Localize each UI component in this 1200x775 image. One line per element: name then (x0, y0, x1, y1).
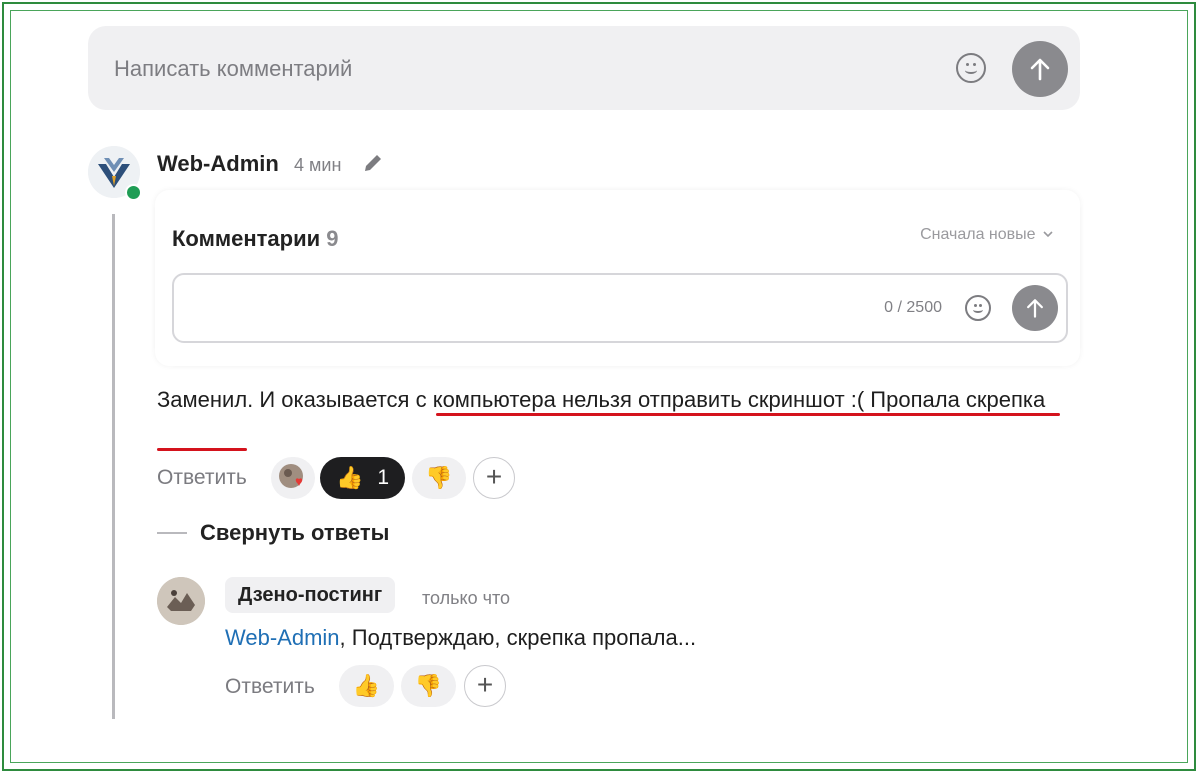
dislike-reaction[interactable]: 👎 (412, 457, 466, 499)
red-underline (157, 448, 247, 451)
online-indicator (125, 184, 142, 201)
reply-author[interactable]: Дзено-постинг (225, 577, 396, 613)
comment-time: 4 мин (294, 155, 342, 175)
underlined-text: с компьютера нельзя отправить скриншот :… (415, 387, 1046, 412)
add-reaction-button[interactable]: + (464, 665, 506, 707)
char-counter: 0 / 2500 (884, 299, 942, 316)
reply-button[interactable]: Ответить (225, 675, 315, 699)
comment-author[interactable]: Web-Admin (157, 151, 279, 177)
embed-title: Комментарии 9 (172, 226, 339, 251)
arrow-up-icon (1027, 299, 1043, 318)
thumbs-down-icon: 👎 (414, 673, 443, 698)
mention-link[interactable]: Web-Admin (225, 625, 340, 650)
embed-count: 9 (326, 226, 339, 251)
comment-input-placeholder: Написать комментарий (114, 56, 353, 81)
thumbs-down-icon: 👎 (425, 465, 453, 490)
embed-sort: Сначала новые (920, 226, 1054, 244)
embedded-screenshot: Комментарии 9 Сначала новые 0 / 2500 (155, 190, 1080, 366)
like-count: 1 (377, 466, 390, 489)
comment-text: Заменил. И оказывается с компьютера нель… (157, 387, 1046, 412)
pencil-icon[interactable] (361, 151, 385, 175)
send-button (1012, 285, 1058, 331)
reply-text: Web-Admin, Подтверждаю, скрепка пропала.… (225, 625, 697, 650)
add-reaction-button[interactable]: + (473, 457, 515, 499)
smile-icon[interactable] (956, 53, 986, 83)
collapse-line (157, 532, 187, 534)
thumbs-up-icon: 👍 (335, 465, 364, 490)
reactors-avatars[interactable] (271, 457, 315, 499)
collapse-replies-button[interactable]: Свернуть ответы (200, 520, 389, 546)
thread-line (112, 214, 115, 719)
chevron-down-icon (1043, 231, 1053, 238)
embed-comment-input: 0 / 2500 (172, 273, 1068, 343)
reply-time: только что (422, 588, 511, 608)
send-button[interactable] (1012, 41, 1068, 97)
smile-icon (965, 295, 991, 321)
avatar[interactable] (157, 577, 205, 625)
dislike-reaction[interactable]: 👎 (401, 665, 456, 707)
reply-button[interactable]: Ответить (157, 466, 247, 490)
like-reaction[interactable]: 👍 (339, 665, 394, 707)
comment-input[interactable]: Написать комментарий (88, 26, 1080, 110)
arrow-up-icon (1030, 58, 1050, 81)
red-underline (436, 413, 1060, 416)
like-reaction[interactable]: 👍 1 (320, 457, 405, 499)
thumbs-up-icon: 👍 (352, 673, 381, 698)
